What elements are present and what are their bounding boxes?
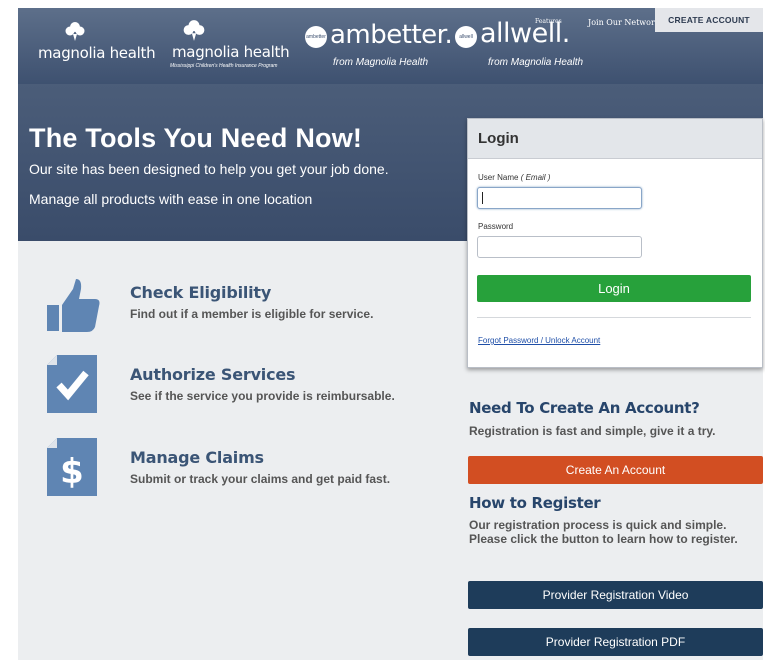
divider: [477, 317, 751, 318]
username-input[interactable]: [477, 187, 642, 209]
logo-tagline: from Magnolia Health: [333, 57, 429, 68]
allwell-logo[interactable]: allwell allwell. from Magnolia Health Fe…: [455, 18, 660, 68]
password-label: Password: [478, 222, 514, 231]
feature-title: Check Eligibility: [130, 283, 272, 302]
password-input[interactable]: [477, 236, 642, 258]
registration-pdf-button[interactable]: Provider Registration PDF: [468, 628, 763, 656]
logo-subtitle: Mississippi Children's Health Insurance …: [170, 63, 278, 69]
create-account-button[interactable]: Create An Account: [468, 456, 763, 484]
logo-tagline: from Magnolia Health: [488, 57, 584, 68]
feature-title: Manage Claims: [130, 448, 264, 467]
hero-title: The Tools You Need Now!: [29, 123, 363, 153]
text-caret: [482, 192, 483, 204]
login-panel: Login User Name ( Email ) Password Login…: [467, 118, 763, 368]
logo-text: ambetter.: [330, 20, 453, 50]
create-account-header-button[interactable]: CREATE ACCOUNT: [655, 8, 763, 32]
checkmark-document-icon: [47, 355, 97, 413]
magnolia-flower-icon: [65, 22, 85, 41]
feature-check-eligibility[interactable]: Check Eligibility Find out if a member i…: [40, 275, 420, 335]
feature-manage-claims[interactable]: $ Manage Claims Submit or track your cla…: [40, 438, 440, 498]
svg-text:$: $: [60, 452, 84, 492]
create-account-text: Registration is fast and simple, give it…: [469, 424, 716, 438]
features-link[interactable]: Features: [535, 18, 562, 25]
site-header: magnolia health magnolia health Mississi…: [18, 8, 763, 84]
magnolia-flower-icon: [183, 20, 205, 41]
feature-description: See if the service you provide is reimbu…: [130, 389, 395, 403]
magnolia-health-logo[interactable]: magnolia health: [38, 20, 158, 62]
logo-text: magnolia health: [172, 43, 290, 61]
thumbs-up-icon: [47, 279, 100, 332]
hero-subtitle-2: Manage all products with ease in one loc…: [29, 191, 313, 207]
ambetter-badge-icon: ambetter: [305, 26, 327, 48]
forgot-password-link[interactable]: Forgot Password / Unlock Account: [478, 336, 600, 345]
how-to-register-heading: How to Register: [469, 494, 601, 512]
logo-text: magnolia health: [38, 44, 156, 62]
hero-subtitle: Our site has been designed to help you g…: [29, 161, 389, 177]
login-button[interactable]: Login: [477, 275, 751, 302]
username-label: User Name ( Email ): [478, 173, 551, 182]
magnolia-health-chip-logo[interactable]: magnolia health Mississippi Children's H…: [170, 18, 300, 74]
register-description: Our registration process is quick and si…: [469, 518, 738, 546]
feature-authorize-services[interactable]: Authorize Services See if the service yo…: [40, 355, 440, 415]
dollar-document-icon: $: [47, 438, 97, 496]
feature-description: Submit or track your claims and get paid…: [130, 472, 391, 486]
feature-title: Authorize Services: [130, 365, 296, 384]
create-account-heading: Need To Create An Account?: [469, 399, 700, 417]
allwell-badge-icon: allwell: [455, 26, 477, 48]
feature-description: Find out if a member is eligible for ser…: [130, 307, 374, 321]
ambetter-logo[interactable]: ambetter ambetter. from Magnolia Health: [305, 18, 453, 68]
join-network-link[interactable]: Join Our Network: [588, 18, 660, 27]
registration-video-button[interactable]: Provider Registration Video: [468, 581, 763, 609]
login-title: Login: [468, 119, 762, 159]
